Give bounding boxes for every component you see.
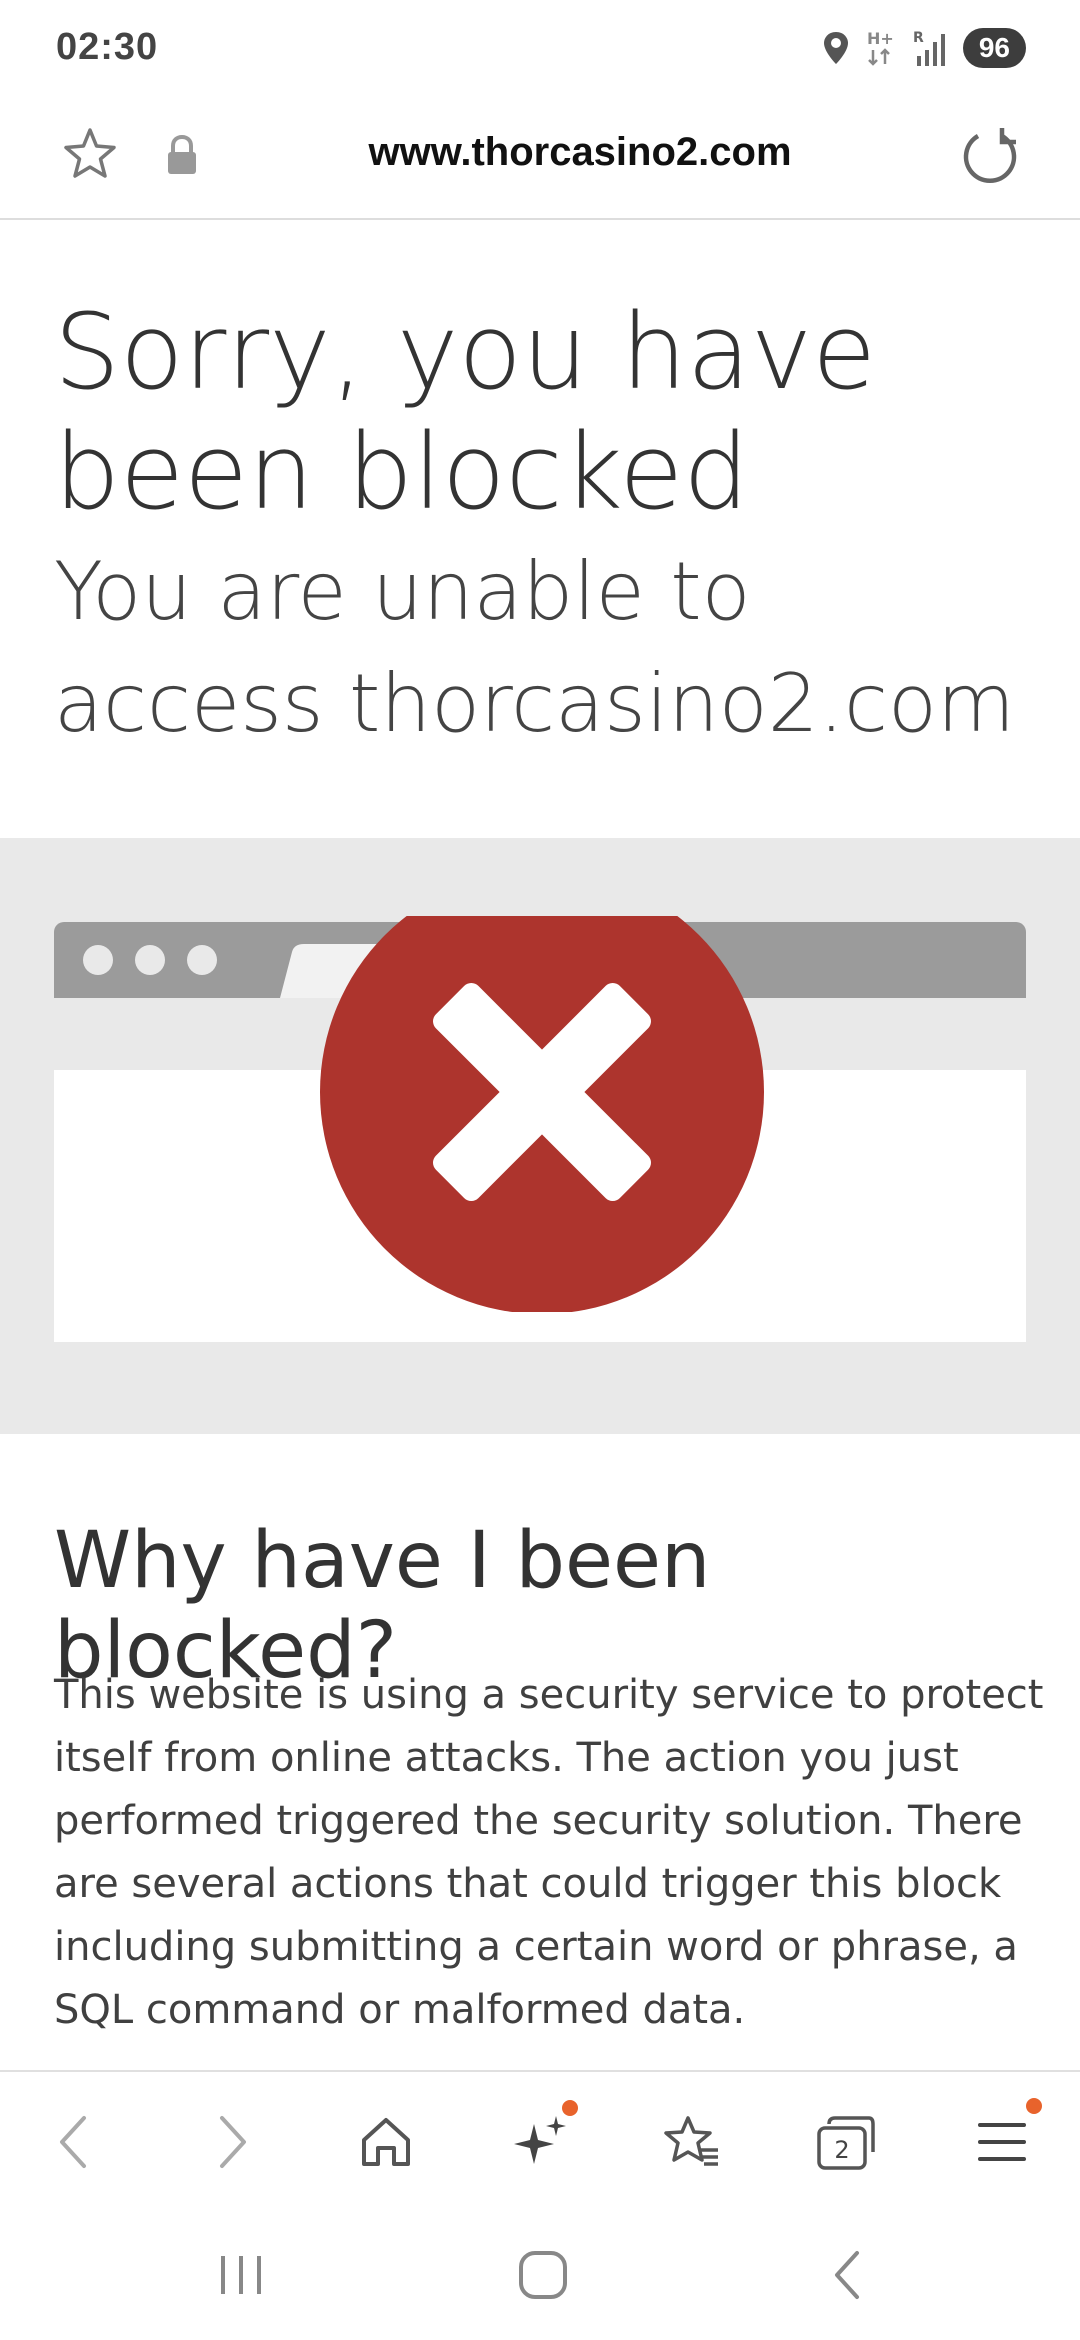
signal-icon: R <box>913 30 945 66</box>
blocked-illustration <box>0 838 1080 1434</box>
recent-apps-icon <box>221 2256 261 2294</box>
network-label: H+ <box>867 29 894 48</box>
address-bar: www.thorcasino2.com <box>0 100 1080 220</box>
tabs-button[interactable]: 2 <box>806 2102 886 2182</box>
status-bar: 02:30 H+ R 96 <box>0 0 1080 100</box>
page-content: Sorry, you have been blocked You are una… <box>0 220 1080 2070</box>
home-button[interactable] <box>346 2102 426 2182</box>
error-x-icon <box>320 916 764 1312</box>
reload-icon[interactable] <box>958 124 1022 188</box>
system-navigation-bar <box>0 2210 1080 2340</box>
bookmarks-icon <box>664 2116 718 2166</box>
lock-icon[interactable] <box>164 134 200 176</box>
browser-toolbar: 2 <box>0 2070 1080 2212</box>
url-text[interactable]: www.thorcasino2.com <box>250 130 910 175</box>
section-body: This website is using a security service… <box>54 1672 1044 2033</box>
home-system-button[interactable] <box>498 2240 588 2310</box>
ai-assistant-button[interactable] <box>500 2100 580 2182</box>
menu-button[interactable] <box>962 2098 1042 2182</box>
tab-count: 2 <box>834 2136 849 2164</box>
page-subtitle: You are unable to access thorcasino2.com <box>54 545 1015 750</box>
home-square-icon <box>519 2251 567 2299</box>
signal-label: R <box>913 30 924 46</box>
page-title: Sorry, you have been blocked <box>54 291 877 533</box>
back-button[interactable] <box>34 2102 114 2182</box>
status-icons: H+ R 96 <box>821 28 1026 68</box>
status-time: 02:30 <box>56 26 159 68</box>
browser-window-graphic <box>54 916 1026 1342</box>
bookmarks-button[interactable] <box>652 2102 732 2182</box>
tabs-icon: 2 <box>817 2116 875 2170</box>
data-network-icon: H+ <box>867 29 894 66</box>
notification-dot <box>1026 2098 1042 2114</box>
menu-icon <box>978 2123 1026 2161</box>
system-back-icon <box>835 2251 859 2299</box>
bookmark-star-icon[interactable] <box>60 124 120 184</box>
ai-sparkle-icon <box>514 2116 566 2164</box>
forward-icon <box>220 2116 246 2168</box>
forward-button[interactable] <box>192 2102 272 2182</box>
back-icon <box>60 2116 86 2168</box>
location-icon <box>823 32 848 64</box>
notification-dot <box>562 2100 578 2116</box>
home-icon <box>362 2118 410 2166</box>
recent-apps-button[interactable] <box>196 2240 286 2310</box>
battery-level: 96 <box>962 28 1026 68</box>
back-system-button[interactable] <box>802 2240 892 2310</box>
